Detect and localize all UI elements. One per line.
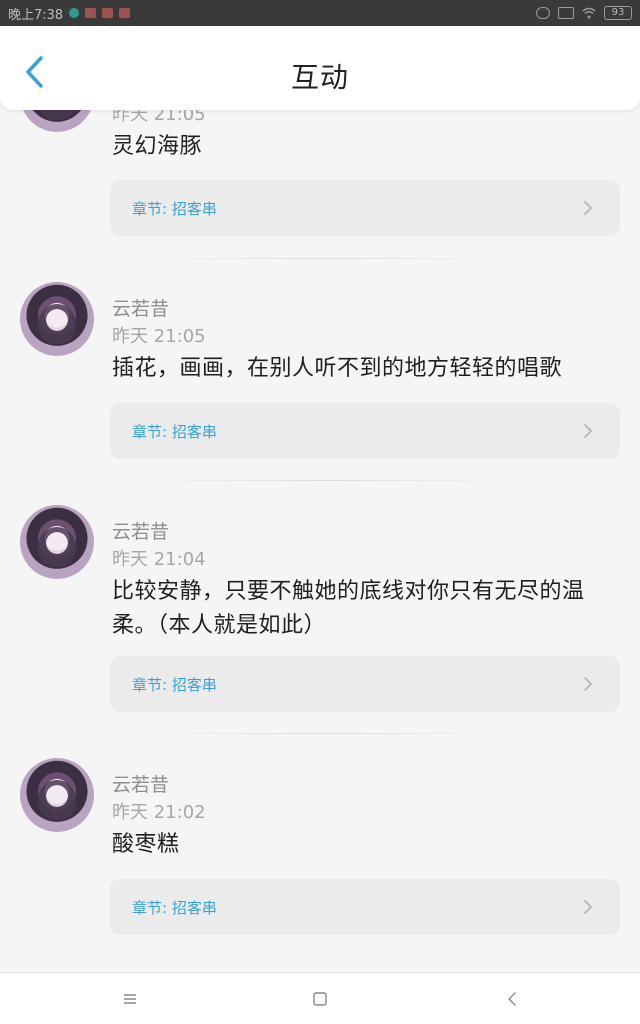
chevron-right-icon (584, 201, 593, 215)
divider (130, 480, 520, 481)
status-time: 晚上7:38 (8, 7, 64, 23)
avatar[interactable] (20, 282, 94, 356)
alarm-icon (536, 7, 550, 19)
chapter-link[interactable]: 章节: 招客串 (110, 656, 620, 712)
battery-indicator: 93 (604, 6, 632, 20)
post-content: 比较安静，只要不触她的底线对你只有无尽的温柔。（本人就是如此） (112, 579, 585, 638)
avatar[interactable] (20, 758, 94, 832)
chapter-link[interactable]: 章节: 招客串 (110, 403, 620, 459)
chapter-label: 章节: 招客串 (132, 675, 217, 694)
post-time: 昨天 21:05 (112, 110, 206, 125)
system-navigation-bar (0, 972, 640, 1024)
sim-icon (558, 7, 574, 19)
post-time: 昨天 21:04 (112, 549, 206, 570)
status-bar: 晚上7:38 93 (0, 0, 640, 26)
post-content: 酸枣糕 (112, 832, 180, 857)
app-notification-icon (69, 8, 80, 18)
divider (130, 258, 520, 259)
divider (130, 733, 520, 734)
post-time: 昨天 21:02 (112, 802, 206, 823)
notification-icon (119, 8, 131, 18)
post-author[interactable]: 云若昔 (112, 770, 169, 797)
chapter-link[interactable]: 章节: 招客串 (110, 180, 620, 236)
app-header: 互动 (0, 26, 640, 110)
post-time: 昨天 21:05 (112, 326, 206, 347)
chapter-label: 章节: 招客串 (132, 422, 217, 441)
chevron-right-icon (584, 424, 593, 438)
post-author[interactable]: 云若昔 (112, 517, 169, 544)
chevron-right-icon (584, 677, 593, 691)
menu-icon (124, 994, 136, 1004)
home-button[interactable] (308, 987, 332, 1011)
notification-icon (85, 8, 97, 18)
post-author[interactable]: 云若昔 (112, 294, 169, 321)
notification-icon (102, 8, 114, 18)
chapter-label: 章节: 招客串 (132, 898, 217, 917)
home-icon (313, 992, 327, 1006)
menu-button[interactable] (118, 987, 142, 1011)
post-content: 灵幻海豚 (112, 134, 203, 159)
interaction-feed[interactable]: 昨天 21:05 灵幻海豚 章节: 招客串 云若昔 昨天 21:05 插花，画画… (0, 110, 640, 972)
nav-back-button[interactable] (500, 987, 524, 1011)
wifi-icon (582, 7, 596, 19)
back-icon (508, 992, 516, 1006)
chapter-link[interactable]: 章节: 招客串 (110, 879, 620, 935)
chevron-right-icon (584, 900, 593, 914)
post-content: 插花，画画，在别人听不到的地方轻轻的唱歌 (112, 356, 563, 381)
avatar[interactable] (20, 110, 94, 132)
page-title: 互动 (290, 61, 349, 94)
chapter-label: 章节: 招客串 (132, 199, 217, 218)
avatar[interactable] (20, 505, 94, 579)
